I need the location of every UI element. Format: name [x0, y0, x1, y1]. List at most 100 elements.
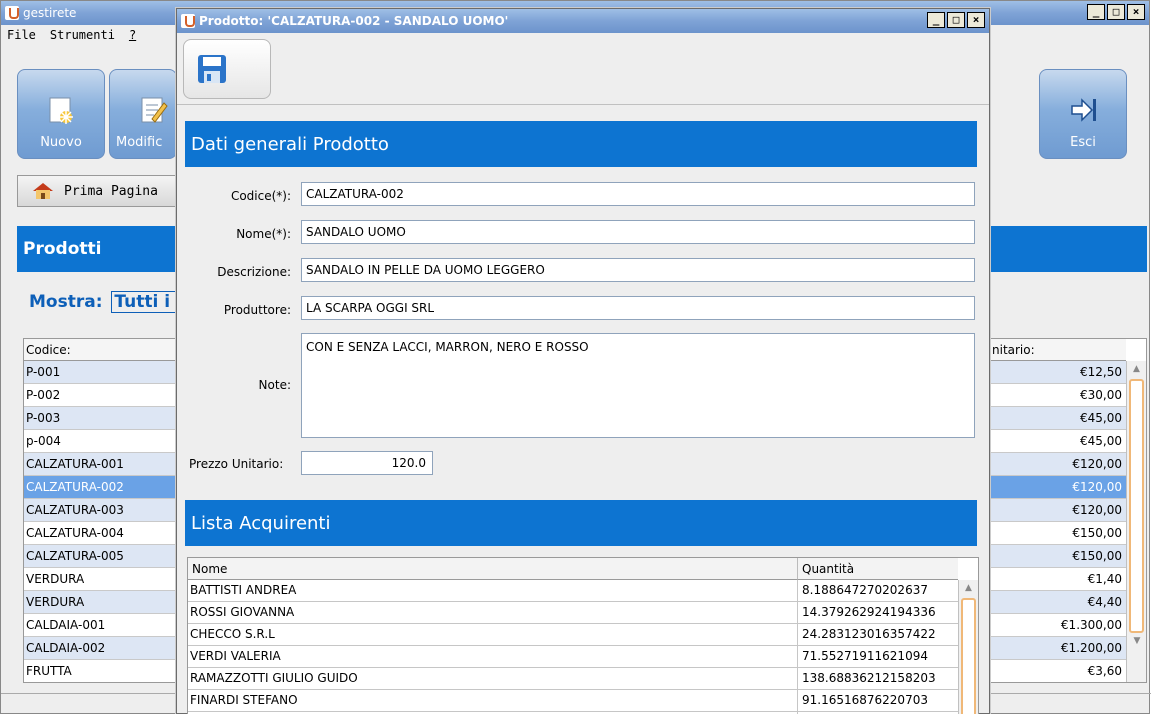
java-icon [181, 14, 195, 28]
general-section-title: Dati generali Prodotto [185, 121, 977, 167]
menu-file[interactable]: File [7, 28, 36, 42]
menu-strumenti[interactable]: Strumenti [50, 28, 115, 42]
price-label: Prezzo Unitario: [189, 457, 284, 471]
product-row-price[interactable]: €120,00 [990, 499, 1126, 522]
product-row-code[interactable]: CALZATURA-003 [24, 499, 178, 522]
buyers-scrollbar[interactable]: ▲ [958, 580, 978, 714]
new-button-label: Nuovo [40, 135, 82, 150]
save-button[interactable] [183, 39, 271, 99]
product-row-price[interactable]: €30,00 [990, 384, 1126, 407]
product-row-code[interactable]: CALDAIA-002 [24, 637, 178, 660]
product-row-price[interactable]: €120,00 [990, 453, 1126, 476]
producer-field[interactable]: LA SCARPA OGGI SRL [301, 296, 975, 320]
grid-header-code: Codice: [24, 339, 178, 361]
buyers-scroll-up-arrow[interactable]: ▲ [959, 580, 978, 596]
buyer-row[interactable]: RAMAZZOTTI GIULIO GUIDO 138.6883621215820… [188, 668, 958, 690]
grid-rows-right: €12,50 €30,00 €45,00 €45,00 €120,00 €120,00 €1… [990, 361, 1126, 682]
edit-button-label: Modific [116, 135, 163, 150]
buyer-qty: 14.379262924194336 [802, 605, 936, 619]
product-row-price[interactable]: €150,00 [990, 545, 1126, 568]
dialog-minimize-button[interactable]: _ [927, 12, 945, 28]
product-row-price[interactable]: €4,40 [990, 591, 1126, 614]
scroll-down-arrow[interactable]: ▼ [1127, 633, 1146, 649]
buyer-row[interactable]: ROSSI GIOVANNA 14.379262924194336 [188, 602, 958, 624]
name-label: Nome(*): [236, 227, 291, 241]
product-row-code[interactable]: FRUTTA [24, 660, 178, 682]
buyers-section-title: Lista Acquirenti [185, 500, 977, 546]
dialog-window-controls: _ □ × [927, 12, 985, 28]
product-row-price[interactable]: €12,50 [990, 361, 1126, 384]
close-button[interactable]: × [1127, 4, 1145, 20]
buyer-qty: 138.68836212158203 [802, 671, 936, 685]
products-scrollbar[interactable]: ▲ ▼ [1126, 361, 1146, 682]
product-row-code[interactable]: CALZATURA-002 [24, 476, 178, 499]
notes-label: Note: [258, 378, 291, 392]
home-tab[interactable]: Prima Pagina [17, 175, 179, 207]
new-document-icon [49, 97, 73, 124]
exit-button[interactable]: Esci [1039, 69, 1127, 159]
filter-label: Mostra: [29, 292, 103, 312]
buyer-qty: 71.55271911621094 [802, 649, 928, 663]
minimize-button[interactable]: _ [1087, 4, 1105, 20]
product-row-price[interactable]: €45,00 [990, 407, 1126, 430]
dialog-title: Prodotto: 'CALZATURA-002 - SANDALO UOMO' [199, 14, 509, 28]
exit-arrow-icon [1071, 98, 1096, 122]
buyer-name: VERDI VALERIA [188, 646, 798, 667]
buyer-qty: 91.16516876220703 [802, 693, 928, 707]
product-row-code[interactable]: P-002 [24, 384, 178, 407]
product-row-code[interactable]: CALDAIA-001 [24, 614, 178, 637]
description-field[interactable]: SANDALO IN PELLE DA UOMO LEGGERO [301, 258, 975, 282]
buyer-name: ROSSI GIOVANNA [188, 602, 798, 623]
product-row-price[interactable]: €1.200,00 [990, 637, 1126, 660]
product-row-price[interactable]: €120,00 [990, 476, 1126, 499]
filter-row: Mostra: Tutti i I [29, 291, 186, 313]
product-row-code[interactable]: CALZATURA-005 [24, 545, 178, 568]
products-title-text: Prodotti [23, 239, 102, 259]
edit-button[interactable]: Modific [109, 69, 177, 159]
main-window-title: gestirete [23, 6, 77, 20]
buyer-row[interactable]: BATTISTI ANDREA 8.188647270202637 [188, 580, 958, 602]
product-row-code[interactable]: P-001 [24, 361, 178, 384]
maximize-button[interactable]: □ [1107, 4, 1125, 20]
menu-help[interactable]: ? [129, 28, 136, 42]
grid-rows-left: P-001 P-002 P-003 p-004 CALZATURA-001 CALZATU… [24, 361, 178, 682]
code-field[interactable]: CALZATURA-002 [301, 182, 975, 206]
price-field[interactable]: 120.0 [301, 451, 433, 475]
buyer-name: CHECCO S.R.L [188, 624, 798, 645]
buyer-row[interactable]: VERDI VALERIA 71.55271911621094 [188, 646, 958, 668]
products-grid-right: nitario: €12,50 €30,00 €45,00 €45,00 €120,00… [989, 338, 1147, 683]
home-tab-label: Prima Pagina [64, 183, 158, 199]
product-row-price[interactable]: €150,00 [990, 522, 1126, 545]
scroll-thumb[interactable] [1129, 379, 1144, 633]
buyers-scroll-thumb[interactable] [961, 598, 976, 714]
dialog-close-button[interactable]: × [967, 12, 985, 28]
buyer-name: BATTISTI ANDREA [188, 580, 798, 601]
name-field[interactable]: SANDALO UOMO [301, 220, 975, 244]
scroll-up-arrow[interactable]: ▲ [1127, 361, 1146, 377]
product-dialog: Prodotto: 'CALZATURA-002 - SANDALO UOMO'… [176, 8, 990, 714]
dialog-title-bar: Prodotto: 'CALZATURA-002 - SANDALO UOMO'… [177, 9, 989, 33]
product-row-code[interactable]: CALZATURA-004 [24, 522, 178, 545]
product-row-code[interactable]: P-003 [24, 407, 178, 430]
dialog-maximize-button[interactable]: □ [947, 12, 965, 28]
filter-select[interactable]: Tutti i I [111, 291, 186, 313]
buyer-qty: 24.283123016357422 [802, 627, 936, 641]
product-row-price[interactable]: €3,60 [990, 660, 1126, 682]
notes-textarea[interactable]: CON E SENZA LACCI, MARRON, NERO E ROSSO [301, 333, 975, 438]
buyers-table: Nome Quantità BATTISTI ANDREA 8.188647270… [187, 557, 979, 714]
buyer-row[interactable]: CHECCO S.R.L 24.283123016357422 [188, 624, 958, 646]
product-row-code[interactable]: VERDURA [24, 591, 178, 614]
dialog-toolbar [177, 33, 989, 105]
buyer-qty: 8.188647270202637 [802, 583, 928, 597]
product-row-code[interactable]: VERDURA [24, 568, 178, 591]
product-row-code[interactable]: p-004 [24, 430, 178, 453]
product-row-price[interactable]: €1,40 [990, 568, 1126, 591]
code-label: Codice(*): [230, 189, 291, 203]
edit-document-icon [141, 97, 168, 123]
product-row-price[interactable]: €1.300,00 [990, 614, 1126, 637]
product-row-code[interactable]: CALZATURA-001 [24, 453, 178, 476]
new-button[interactable]: Nuovo [17, 69, 105, 159]
buyer-row[interactable]: FINARDI STEFANO 91.16516876220703 [188, 690, 958, 712]
buyer-name: RAMAZZOTTI GIULIO GUIDO [188, 668, 798, 689]
product-row-price[interactable]: €45,00 [990, 430, 1126, 453]
